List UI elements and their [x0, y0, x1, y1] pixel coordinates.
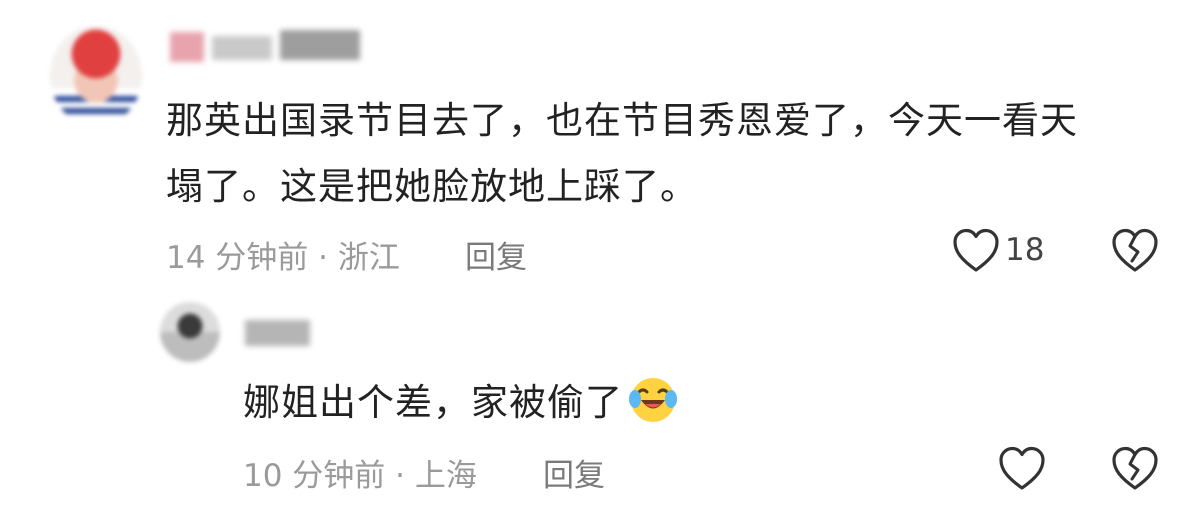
comment-line: 塌了。这是把她脸放地上踩了。 [166, 165, 698, 208]
avatar[interactable] [50, 26, 142, 126]
reply-button[interactable]: 回复 [543, 450, 605, 495]
comment-meta: 14 分钟前 · 浙江 [166, 240, 400, 276]
broken-heart-icon[interactable] [1111, 446, 1159, 492]
comment-thread: 那英出国录节目去了，也在节目秀恩爱了，今天一看天 塌了。这是把她脸放地上踩了。 … [0, 0, 1200, 515]
reply-button[interactable]: 回复 [465, 232, 527, 277]
comment-line: 那英出国录节目去了，也在节目秀恩爱了，今天一看天 [166, 99, 1078, 142]
comment-meta: 10 分钟前 · 上海 [243, 458, 477, 494]
comment-body: 娜姐出个差，家被偷了 [243, 370, 679, 436]
crying-laughing-emoji-icon [627, 373, 679, 425]
broken-heart-icon[interactable] [1111, 228, 1159, 274]
heart-outline-icon[interactable] [998, 446, 1046, 492]
heart-outline-icon[interactable] [952, 228, 1000, 274]
comment-line: 娜姐出个差，家被偷了 [243, 381, 623, 424]
like-count: 18 [1005, 232, 1045, 268]
username-blurred[interactable] [170, 26, 360, 66]
username-blurred[interactable] [245, 316, 310, 350]
comment-body: 那英出国录节目去了，也在节目秀恩爱了，今天一看天 塌了。这是把她脸放地上踩了。 [166, 88, 1166, 220]
avatar[interactable] [160, 302, 220, 362]
